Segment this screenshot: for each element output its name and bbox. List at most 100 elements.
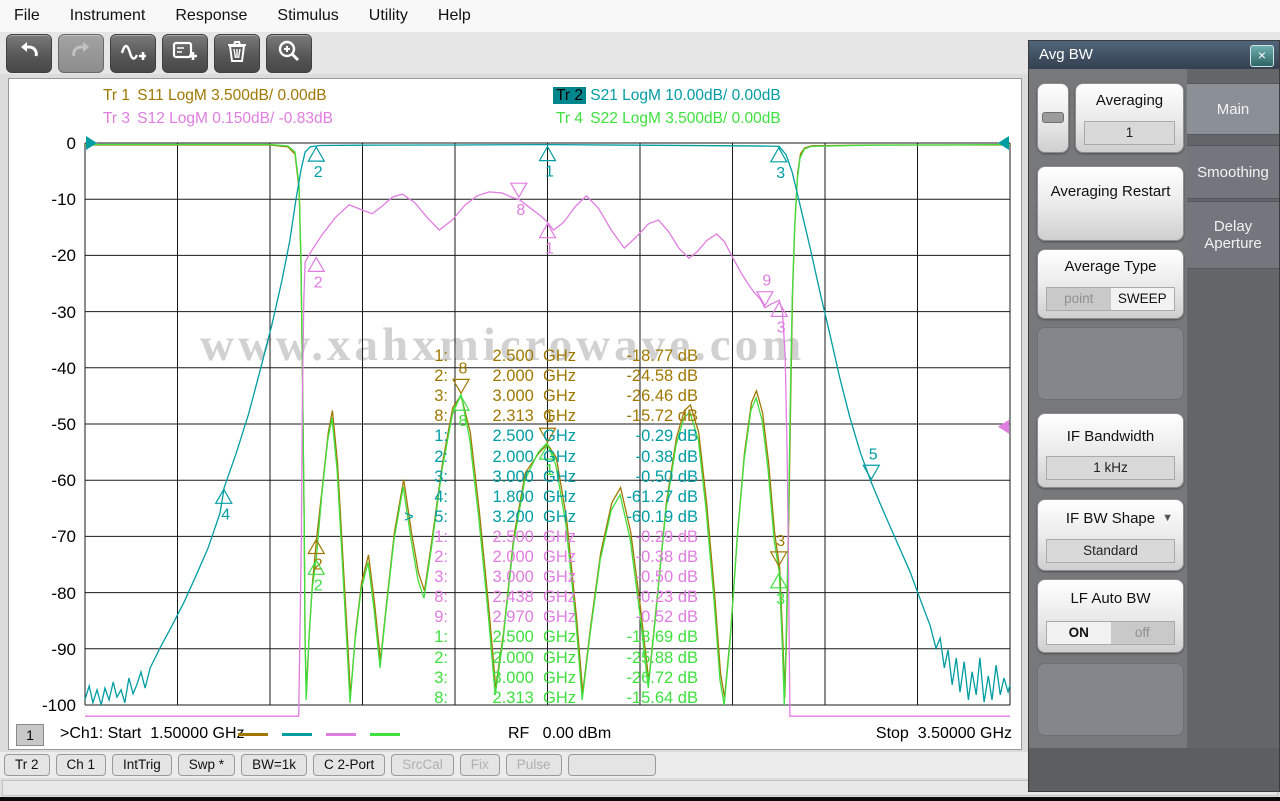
- menu-bar: File Instrument Response Stimulus Utility Hel…: [0, 0, 1280, 32]
- menu-item-help[interactable]: Help: [438, 7, 471, 25]
- marker-value: -61.27 dB: [626, 487, 698, 506]
- start-label: >Ch1: Start: [60, 725, 142, 742]
- add-trace-button[interactable]: [110, 33, 156, 73]
- lf-auto-bw-option-on[interactable]: ON: [1047, 622, 1111, 644]
- status-chip-c-2-port[interactable]: C 2-Port: [312, 754, 386, 776]
- panel-close-button[interactable]: ×: [1250, 45, 1274, 67]
- status-chip-swp-[interactable]: Swp *: [177, 754, 236, 776]
- active-marker-arrow: [404, 548, 418, 567]
- status-chip-inttrig[interactable]: IntTrig: [112, 754, 172, 776]
- tab-delay-aperture[interactable]: Delay Aperture: [1187, 201, 1279, 269]
- marker-number: 4:: [434, 487, 448, 506]
- marker-value: -0.52 dB: [635, 608, 698, 627]
- marker-frequency: 3.000 GHz: [492, 467, 576, 486]
- avg-bw-panel: Avg BW × Averaging 1 Averaging Restart A…: [1028, 40, 1280, 792]
- status-chip-srccal[interactable]: SrcCal: [391, 754, 454, 776]
- marker-frequency: 2.500 GHz: [492, 527, 576, 546]
- y-tick-label: -30: [51, 302, 76, 322]
- status-chip-blank[interactable]: [567, 754, 656, 776]
- status-chip-pulse[interactable]: Pulse: [505, 754, 562, 776]
- average-type-button[interactable]: Average Type point SWEEP: [1037, 249, 1184, 319]
- undo-button[interactable]: [6, 33, 52, 73]
- if-bandwidth-value[interactable]: 1 kHz: [1046, 456, 1175, 480]
- active-marker-arrow: [404, 588, 418, 607]
- channel-number-badge[interactable]: 1: [16, 724, 44, 746]
- lf-auto-bw-button[interactable]: LF Auto BW ON off: [1037, 579, 1184, 653]
- marker-value: -25.88 dB: [626, 648, 698, 667]
- averaging-toggle-button[interactable]: [1037, 83, 1069, 153]
- averaging-value[interactable]: 1: [1084, 121, 1175, 145]
- marker-table-row: 3: 3.000 GHz -0.50 dB: [404, 468, 698, 487]
- if-bw-shape-button[interactable]: IF BW Shape ▼ Standard: [1037, 499, 1184, 571]
- trash-icon: [226, 39, 248, 68]
- averaging-restart-button[interactable]: Averaging Restart: [1037, 166, 1184, 241]
- marker-number: 2:: [434, 367, 448, 386]
- if-bw-shape-value[interactable]: Standard: [1046, 539, 1175, 563]
- active-marker-arrow: [404, 628, 418, 647]
- marker-table-row: 3: 3.000 GHz -26.46 dB: [404, 387, 698, 406]
- y-tick-label: -70: [51, 527, 76, 547]
- legend-trace-format: S21 LogM 10.00dB/ 0.00dB: [585, 87, 781, 104]
- menu-item-response[interactable]: Response: [175, 7, 247, 25]
- menu-item-stimulus[interactable]: Stimulus: [277, 7, 338, 25]
- average-type-toggle[interactable]: point SWEEP: [1046, 287, 1175, 311]
- panel-body: Averaging 1 Averaging Restart Average Ty…: [1029, 69, 1187, 748]
- active-marker-arrow: [404, 387, 418, 406]
- stimulus-stop-readout[interactable]: Stop 3.50000 GHz: [876, 725, 1012, 743]
- y-tick-label: -90: [51, 639, 76, 659]
- marker-frequency: 2.438 GHz: [492, 588, 576, 607]
- panel-title: Avg BW: [1039, 46, 1093, 63]
- marker-table-row: 2: 2.000 GHz -25.88 dB: [404, 649, 698, 668]
- zoom-button[interactable]: [266, 33, 312, 73]
- menu-item-utility[interactable]: Utility: [369, 7, 408, 25]
- marker-value: -0.38 dB: [635, 447, 698, 466]
- status-chip-ch-1[interactable]: Ch 1: [55, 754, 107, 776]
- redo-button[interactable]: [58, 33, 104, 73]
- active-marker-arrow: [404, 448, 418, 467]
- legend-tr4[interactable]: Tr 4 S22 LogM 3.500dB/ 0.00dB: [553, 110, 781, 128]
- panel-placeholder: [1037, 327, 1184, 400]
- marker-value: -60.19 dB: [626, 507, 698, 526]
- trace-color-dash: [326, 733, 356, 736]
- rf-power-readout[interactable]: RF 0.00 dBm: [508, 725, 611, 743]
- legend-tr3[interactable]: Tr 3 S12 LogM 0.150dB/ -0.83dB: [100, 110, 333, 128]
- menu-item-file[interactable]: File: [14, 7, 40, 25]
- marker-frequency: 2.000 GHz: [492, 648, 576, 667]
- marker-number: 5:: [434, 507, 448, 526]
- marker-number: 8:: [434, 407, 448, 426]
- y-tick-label: 0: [66, 134, 76, 153]
- lf-auto-bw-option-off[interactable]: off: [1110, 622, 1174, 644]
- active-marker-arrow: [404, 608, 418, 627]
- marker-number: 2:: [434, 548, 448, 566]
- marker-number: 9:: [434, 608, 448, 627]
- y-tick-label: -10: [51, 190, 76, 210]
- status-chip-fix[interactable]: Fix: [459, 754, 500, 776]
- legend-tr2[interactable]: Tr 2 S21 LogM 10.00dB/ 0.00dB: [553, 87, 781, 105]
- delete-button[interactable]: [214, 33, 260, 73]
- marker-number: 1:: [434, 347, 448, 365]
- status-chip-bw-1k[interactable]: BW=1k: [241, 754, 307, 776]
- active-marker-arrow: [404, 367, 418, 386]
- active-marker-arrow: [404, 427, 418, 446]
- rf-value: 0.00 dBm: [542, 725, 612, 742]
- add-channel-button[interactable]: [162, 33, 208, 73]
- tab-smoothing[interactable]: Smoothing: [1187, 145, 1279, 199]
- legend-tr1[interactable]: Tr 1 S11 LogM 3.500dB/ 0.00dB: [100, 87, 327, 105]
- average-type-option-point[interactable]: point: [1047, 288, 1111, 310]
- active-marker-arrow: [404, 407, 418, 426]
- stimulus-start-readout[interactable]: >Ch1: Start 1.50000 GHz: [60, 725, 245, 743]
- panel-title-bar[interactable]: Avg BW ×: [1029, 41, 1279, 69]
- marker-frequency: 1.800 GHz: [492, 487, 576, 506]
- trace-color-dash: [238, 733, 268, 736]
- y-tick-label: -20: [51, 246, 76, 266]
- lf-auto-bw-toggle[interactable]: ON off: [1046, 621, 1175, 645]
- status-chip-tr-2[interactable]: Tr 2: [4, 754, 50, 776]
- tab-main[interactable]: Main: [1187, 83, 1279, 135]
- marker-frequency: 2.313 GHz: [492, 688, 576, 707]
- if-bandwidth-button[interactable]: IF Bandwidth 1 kHz: [1037, 413, 1184, 488]
- legend-trace-format: S11 LogM 3.500dB/ 0.00dB: [132, 87, 327, 104]
- menu-item-instrument[interactable]: Instrument: [70, 7, 146, 25]
- averaging-button[interactable]: Averaging 1: [1075, 83, 1184, 153]
- average-type-option-sweep[interactable]: SWEEP: [1110, 288, 1174, 310]
- marker-value: -0.50 dB: [635, 568, 698, 587]
